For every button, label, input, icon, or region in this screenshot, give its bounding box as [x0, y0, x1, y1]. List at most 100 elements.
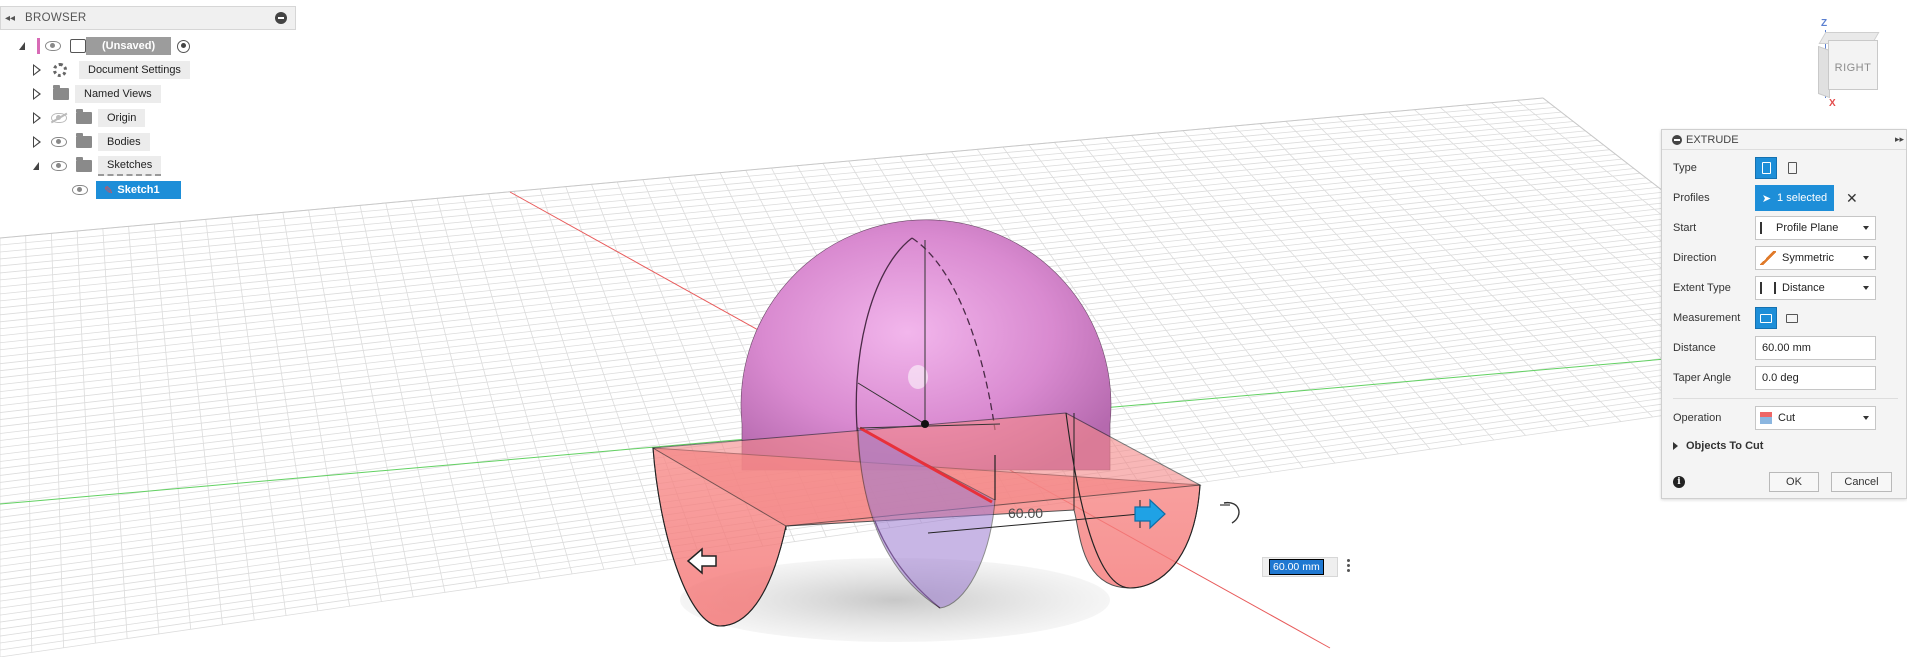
- direction-dropdown[interactable]: Symmetric: [1755, 246, 1876, 270]
- measurement-label: Measurement: [1673, 312, 1741, 324]
- canvas-viewport[interactable]: 60.00 60.00 mm ◂◂ BROWSER (Unsaved) Docu…: [0, 0, 1907, 657]
- browser-title: BROWSER: [25, 12, 87, 24]
- browser-item-label: Named Views: [75, 85, 161, 103]
- browser-item-label: Bodies: [98, 133, 150, 151]
- browser-panel-header: ◂◂ BROWSER: [0, 6, 296, 30]
- visibility-eye-icon[interactable]: [51, 161, 67, 171]
- type-thin-button[interactable]: [1781, 157, 1803, 179]
- extent-value: Distance: [1782, 282, 1825, 294]
- browser-item-document-settings[interactable]: Document Settings: [33, 60, 190, 80]
- browser-item-label: Sketches: [98, 156, 162, 176]
- clear-selection-icon[interactable]: ✕: [1846, 190, 1858, 207]
- type-label: Type: [1673, 162, 1697, 174]
- extrude-header: EXTRUDE ▸▸: [1662, 130, 1906, 150]
- browser-item-label: Document Settings: [79, 61, 190, 79]
- cut-icon: [1760, 412, 1772, 424]
- profiles-select-button[interactable]: ➤ 1 selected: [1755, 185, 1834, 211]
- sketch-name: Sketch1: [117, 184, 160, 196]
- direction-row: Direction Symmetric: [1673, 245, 1898, 271]
- document-icon: [70, 39, 86, 53]
- visibility-eye-icon[interactable]: [51, 137, 67, 147]
- collapse-icon[interactable]: ◂◂: [5, 13, 19, 24]
- activate-icon[interactable]: [177, 39, 191, 53]
- viewport-drawing[interactable]: [0, 0, 1907, 657]
- axis-x-label: X: [1829, 98, 1836, 109]
- view-cube[interactable]: Z RIGHT X: [1808, 18, 1898, 110]
- chevron-down-icon: [1863, 416, 1869, 420]
- start-label: Start: [1673, 222, 1697, 234]
- measurement-a-button[interactable]: [1755, 307, 1777, 329]
- taper-row: Taper Angle 0.0 deg: [1673, 365, 1898, 391]
- sphere-center-point: [921, 420, 929, 428]
- type-solid-button[interactable]: [1755, 157, 1777, 179]
- operation-row: Operation Cut: [1673, 405, 1898, 431]
- visibility-off-eye-icon[interactable]: [51, 113, 67, 123]
- expand-closed-icon[interactable]: [33, 88, 41, 100]
- operation-label: Operation: [1673, 412, 1722, 424]
- ok-button[interactable]: OK: [1769, 472, 1819, 492]
- extent-row: Extent Type Distance: [1673, 275, 1898, 301]
- expand-closed-icon[interactable]: [33, 136, 41, 148]
- cursor-icon: ➤: [1761, 192, 1772, 205]
- axis-z-label: Z: [1821, 18, 1828, 29]
- visibility-eye-icon[interactable]: [72, 185, 88, 195]
- operation-dropdown[interactable]: Cut: [1755, 406, 1876, 430]
- objects-to-cut-toggle[interactable]: Objects To Cut: [1673, 440, 1763, 452]
- distance-label: Distance: [1673, 342, 1716, 354]
- browser-item-bodies[interactable]: Bodies: [33, 132, 150, 152]
- measurement-row: Measurement: [1673, 305, 1898, 331]
- direction-label: Direction: [1673, 252, 1717, 264]
- rotate-handle[interactable]: [1220, 502, 1240, 524]
- divider: [1673, 398, 1898, 399]
- distance-icon: [1760, 282, 1776, 294]
- sketch1-label[interactable]: ✎ Sketch1: [96, 181, 181, 199]
- dimension-value-label: 60.00: [1008, 505, 1044, 521]
- expand-closed-icon: [1673, 442, 1678, 450]
- measurement-b-button[interactable]: [1781, 307, 1803, 329]
- chevron-down-icon: [1863, 286, 1869, 290]
- expand-open-icon[interactable]: [33, 162, 39, 170]
- expand-closed-icon[interactable]: [33, 112, 41, 124]
- visibility-eye-icon[interactable]: [45, 41, 61, 51]
- symmetric-icon: [1760, 251, 1776, 265]
- distance-input-box[interactable]: 60.00 mm: [1262, 557, 1338, 577]
- folder-icon: [53, 85, 69, 100]
- start-dropdown[interactable]: Profile Plane: [1755, 216, 1876, 240]
- extent-dropdown[interactable]: Distance: [1755, 276, 1876, 300]
- cancel-button[interactable]: Cancel: [1831, 472, 1892, 492]
- profiles-row: Profiles ➤ 1 selected ✕: [1673, 185, 1898, 211]
- expand-closed-icon[interactable]: [33, 64, 41, 76]
- browser-root-row[interactable]: (Unsaved): [19, 36, 191, 56]
- browser-item-named-views[interactable]: Named Views: [33, 84, 161, 104]
- extrude-title: EXTRUDE: [1686, 133, 1739, 146]
- direction-value: Symmetric: [1782, 252, 1834, 264]
- objects-to-cut-label: Objects To Cut: [1686, 440, 1764, 452]
- start-row: Start Profile Plane: [1673, 215, 1898, 241]
- pin-icon[interactable]: [275, 12, 287, 24]
- expand-dialog-icon[interactable]: ▸▸: [1895, 134, 1904, 145]
- browser-item-sketch1[interactable]: ✎ Sketch1: [72, 180, 181, 200]
- chevron-down-icon: [1863, 226, 1869, 230]
- info-icon[interactable]: i: [1673, 476, 1685, 488]
- type-row: Type: [1673, 155, 1898, 181]
- browser-item-label: Origin: [98, 109, 146, 127]
- active-marker: [37, 38, 40, 54]
- extrude-dialog: EXTRUDE ▸▸ Type Profiles ➤ 1 selected ✕ …: [1661, 129, 1907, 499]
- taper-field[interactable]: 0.0 deg: [1755, 366, 1876, 390]
- grid-line: [1362, 114, 1685, 413]
- distance-input-value[interactable]: 60.00 mm: [1269, 559, 1324, 575]
- operation-value: Cut: [1778, 412, 1796, 424]
- sketch-icon: ✎: [104, 185, 114, 197]
- expand-open-icon[interactable]: [19, 42, 25, 50]
- profile-plane-icon: [1760, 222, 1770, 234]
- collapse-dialog-icon[interactable]: [1672, 134, 1682, 145]
- browser-item-sketches[interactable]: Sketches: [33, 156, 162, 176]
- folder-icon: [76, 109, 92, 124]
- browser-item-origin[interactable]: Origin: [33, 108, 146, 128]
- profiles-label: Profiles: [1673, 192, 1710, 204]
- distance-options-icon[interactable]: [1347, 559, 1351, 575]
- distance-row: Distance 60.00 mm: [1673, 335, 1898, 361]
- profiles-value: 1 selected: [1777, 192, 1828, 204]
- start-value: Profile Plane: [1776, 222, 1839, 234]
- distance-field[interactable]: 60.00 mm: [1755, 336, 1876, 360]
